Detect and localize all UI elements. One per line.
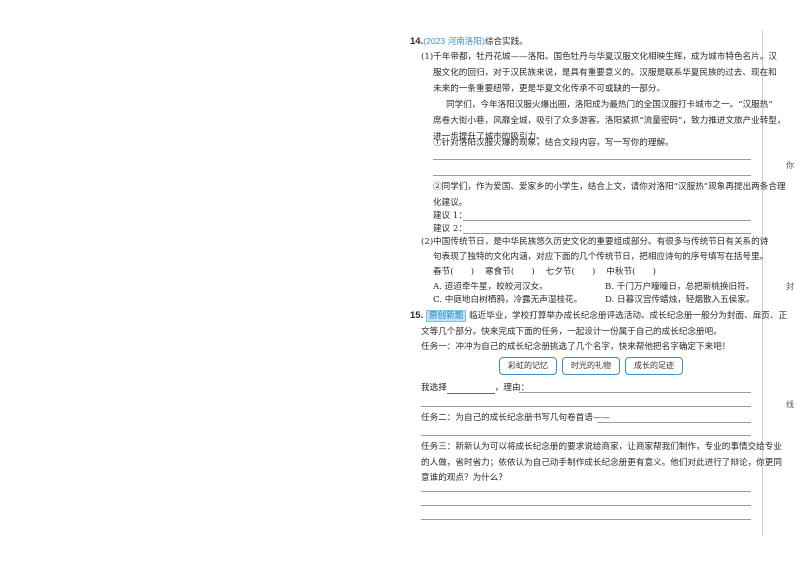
text-line: 化建议。 (433, 198, 468, 208)
text-line: 临近毕业，学校打算举办成长纪念册评选活动。成长纪念册一般分为封面、扉页、正 (469, 311, 788, 321)
festival-blank[interactable]: 七夕节( ) (546, 267, 596, 277)
festival-row: 春节( ) 寒食节( ) 七夕节( ) 中秋节( ) (433, 266, 656, 278)
question-title: 综合实践。 (484, 37, 528, 47)
question-14-header: 14.(2023 河南洛阳)综合实践。 (410, 35, 528, 48)
answer-line[interactable] (421, 406, 751, 407)
option-d: D. 日暮汉宫传蜡烛，轻烟散入五侯家。 (605, 295, 755, 305)
task-2: 任务二：为自己的成长纪念册书写几句卷首语—— (421, 413, 611, 423)
suggestion-2-field[interactable] (463, 233, 751, 234)
text-line: 意谁的观点？为什么？ (421, 473, 507, 483)
suggestion-1-field[interactable] (463, 220, 751, 221)
margin-char: 线 (786, 400, 794, 409)
choice-field[interactable] (446, 393, 495, 394)
answer-line[interactable] (421, 505, 751, 506)
suggestion-1-label: 建议 1： (433, 211, 467, 221)
reason-field[interactable] (519, 392, 751, 393)
question-source: (2023 河南洛阳) (423, 36, 485, 46)
text-line: 未来的一条重要纽带，更是华夏文化传承不可或缺的一部分。 (433, 84, 666, 94)
text-line: (1)千年帝都，牡丹花城——洛阳。国色牡丹与华夏汉服文化相映生辉，成为城市特色名… (421, 52, 777, 62)
task-1: 任务一：冲冲为自己的成长纪念册挑选了几个名字，快来帮他把名字确定下来吧！ (421, 342, 731, 352)
margin-char: 你 (786, 161, 794, 170)
answer-line[interactable] (421, 519, 751, 520)
question-15-header: 15. 原创新题 临近毕业，学校打算举办成长纪念册评选活动。成长纪念册一般分为封… (410, 310, 787, 322)
option-c: C. 中庭地白树栖鸦，冷露无声湿桂花。 (433, 295, 583, 305)
answer-line[interactable] (433, 159, 751, 160)
festival-blank[interactable]: 寒食节( ) (485, 267, 535, 277)
festival-blank[interactable]: 春节( ) (433, 267, 474, 277)
text-line: 的人做，省时省力；依依认为自己动手制作成长纪念册更有意义。他们对此进行了辩论，你… (421, 458, 782, 468)
task-3: 任务三：新新认为可以将成长纪念册的要求说给商家，让商家帮我们制作，专业的事情交给… (421, 442, 782, 452)
preface-field[interactable] (597, 422, 751, 423)
original-question-badge: 原创新题 (425, 310, 467, 322)
sub-question-1: ①针对洛阳汉服火爆的现象，结合文段内容，写一写你的理解。 (433, 138, 674, 148)
answer-line[interactable] (421, 435, 751, 436)
name-option[interactable]: 彩虹的记忆 (499, 357, 557, 375)
text-line: 席卷大街小巷，风靡全城，吸引了众多游客。洛阳紧抓“流量密码”，致力推进文旅产业转… (433, 116, 786, 126)
question-number: 15. (410, 310, 424, 321)
question-number: 14. (410, 36, 424, 47)
choose-row: 我选择 ，理由： (421, 382, 529, 394)
option-b: B. 千门万户曈曈日，总把新桃换旧符。 (605, 282, 755, 292)
festival-blank[interactable]: 中秋节( ) (606, 267, 656, 277)
margin-char: 封 (786, 282, 794, 291)
answer-line[interactable] (433, 175, 751, 176)
name-option[interactable]: 成长的足迹 (625, 357, 683, 375)
suggestion-2-label: 建议 2： (433, 224, 467, 234)
text-line: 同学们，今年洛阳汉服火爆出圈，洛阳成为最热门的全国汉服打卡城市之一。“汉服热” (446, 100, 773, 110)
choose-label: 我选择 (421, 383, 447, 393)
answer-line[interactable] (421, 491, 751, 492)
option-a: A. 迢迢牵牛星，皎皎河汉女。 (433, 282, 548, 292)
text-line: (2)中国传统节日，是中华民族悠久历史文化的重要组成部分。有很多与传统节日有关系… (421, 237, 769, 247)
text-line: 句表现了独特的文化内涵，对应下面的几个传统节日，把相应诗句的序号填写在括号里。 (433, 252, 769, 262)
text-line: 文等几个部分。快来完成下面的任务，一起设计一份属于自己的成长纪念册吧。 (421, 327, 722, 337)
sub-question-2: ②同学们，作为爱国、爱家乡的小学生，结合上文，请你对洛阳“汉服热”现象再提出两条… (433, 182, 786, 192)
name-option[interactable]: 时光的礼物 (562, 357, 620, 375)
text-line: 服文化的回归，对于汉民族来说，是具有重要意义的。汉服是联系华夏民族的过去、现在和 (433, 68, 777, 78)
